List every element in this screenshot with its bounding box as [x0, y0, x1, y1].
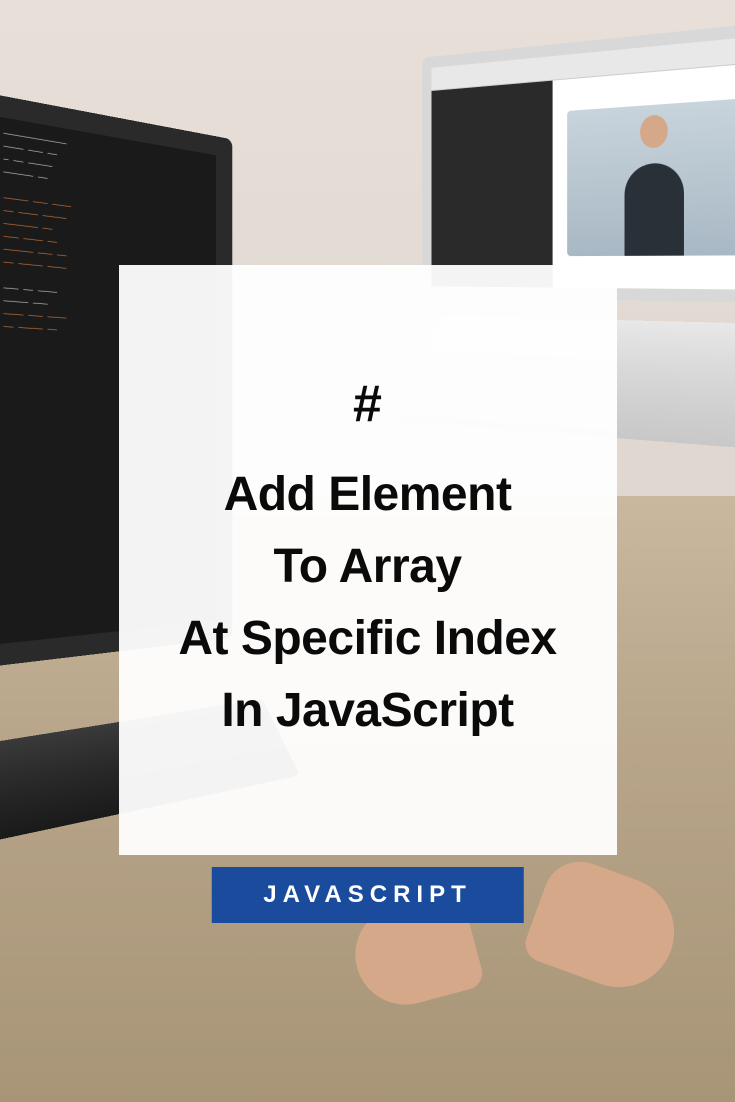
laptop-right-screen: [422, 21, 735, 303]
browser-main: [553, 62, 735, 289]
person-head: [640, 114, 668, 149]
title-line-3: At Specific Index: [178, 603, 556, 675]
hash-icon: #: [353, 374, 382, 434]
title-line-4: In JavaScript: [221, 675, 513, 747]
browser-window: [431, 36, 735, 290]
category-badge: JAVASCRIPT: [211, 867, 523, 923]
browser-sidebar: [431, 81, 552, 288]
title-card: # Add Element To Array At Specific Index…: [119, 265, 617, 855]
title-line-2: To Array: [273, 531, 461, 603]
browser-content: [431, 62, 735, 289]
person-thumbnail: [568, 98, 735, 257]
title-line-1: Add Element: [224, 459, 512, 531]
person-body: [625, 162, 684, 256]
